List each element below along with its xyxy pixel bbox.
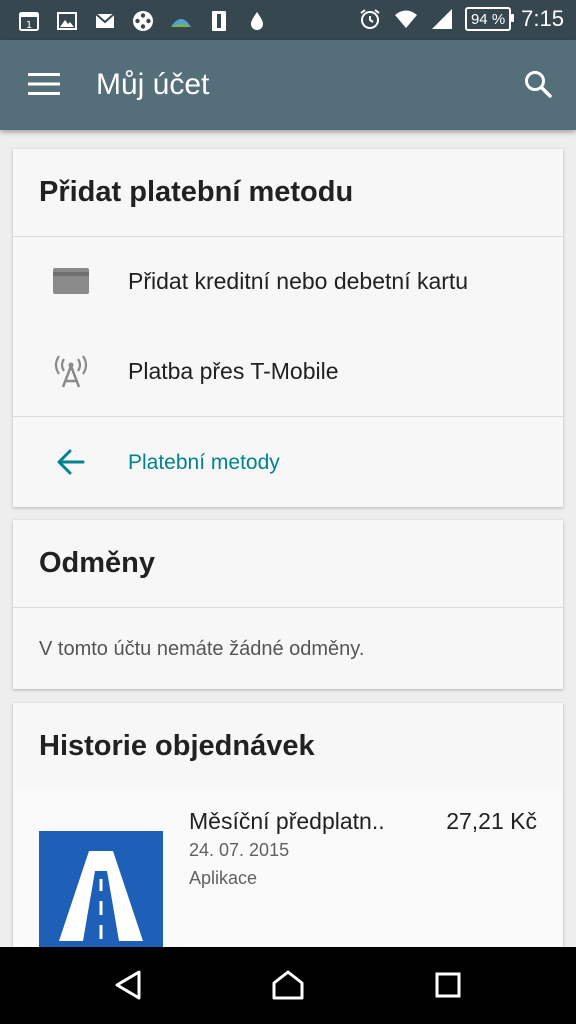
rewards-card: Odměny V tomto účtu nemáte žádné odměny. xyxy=(13,520,563,689)
add-card-label: Přidat kreditní nebo debetní kartu xyxy=(128,268,469,294)
menu-icon xyxy=(28,72,60,101)
recents-button[interactable] xyxy=(426,965,470,1009)
home-icon xyxy=(271,969,305,1006)
credit-card-icon xyxy=(51,265,91,297)
signal-icon xyxy=(429,6,455,32)
clock: 7:15 xyxy=(521,6,564,31)
alarm-icon xyxy=(357,6,383,32)
back-triangle-icon xyxy=(113,969,143,1006)
add-card-item[interactable]: Přidat kreditní nebo debetní kartu xyxy=(13,237,563,325)
home-button[interactable] xyxy=(266,965,310,1009)
svg-text:1: 1 xyxy=(26,20,32,31)
payment-methods-link[interactable]: Platební metody xyxy=(13,417,563,507)
order-price: 27,21 Kč xyxy=(446,808,537,834)
search-icon xyxy=(523,69,553,104)
page-title: Můj účet xyxy=(96,68,210,101)
search-button[interactable] xyxy=(516,64,560,108)
rewards-message: V tomto účtu nemáte žádné odměny. xyxy=(39,638,365,660)
menu-button[interactable] xyxy=(22,64,66,108)
calendar-icon: 1 xyxy=(16,8,42,34)
road-app-icon xyxy=(39,831,163,951)
order-history-title: Historie objednávek xyxy=(39,730,315,762)
water-drop-icon xyxy=(244,8,270,34)
payment-methods-label: Platební metody xyxy=(128,451,280,474)
antenna-icon xyxy=(51,355,91,388)
payment-card-title: Přidat platební metodu xyxy=(39,176,354,208)
payment-method-card: Přidat platební metodu Přidat kreditní n… xyxy=(13,149,563,507)
order-item[interactable]: Měsíční předplatn.. 27,21 Kč 24. 07. 201… xyxy=(13,789,563,951)
divider xyxy=(13,607,563,608)
image-icon xyxy=(54,8,80,34)
film-reel-icon xyxy=(130,8,156,34)
portrait-icon xyxy=(206,8,232,34)
status-bar: 1 94 % 7:15 xyxy=(0,0,576,40)
t-mobile-payment-label: Platba přes T-Mobile xyxy=(128,358,339,384)
battery-indicator: 94 % xyxy=(464,7,515,31)
system-icons: 94 % 7:15 xyxy=(357,6,564,32)
wifi-icon xyxy=(393,6,419,32)
order-history-card: Historie objednávek Měsíční předplatn.. … xyxy=(13,703,563,953)
mail-icon xyxy=(92,8,118,34)
notification-icons: 1 xyxy=(16,8,270,34)
navigation-bar xyxy=(0,947,576,1024)
arrow-back-icon xyxy=(51,446,91,478)
landscape-icon xyxy=(168,8,194,34)
order-date: 24. 07. 2015 xyxy=(189,840,290,860)
t-mobile-payment-item[interactable]: Platba přes T-Mobile xyxy=(13,327,563,415)
back-button[interactable] xyxy=(106,965,150,1009)
rewards-card-title: Odměny xyxy=(39,547,156,579)
app-bar: Můj účet xyxy=(0,40,576,130)
order-type: Aplikace xyxy=(189,868,258,888)
recents-icon xyxy=(434,971,462,1004)
order-name: Měsíční předplatn.. xyxy=(189,808,385,834)
